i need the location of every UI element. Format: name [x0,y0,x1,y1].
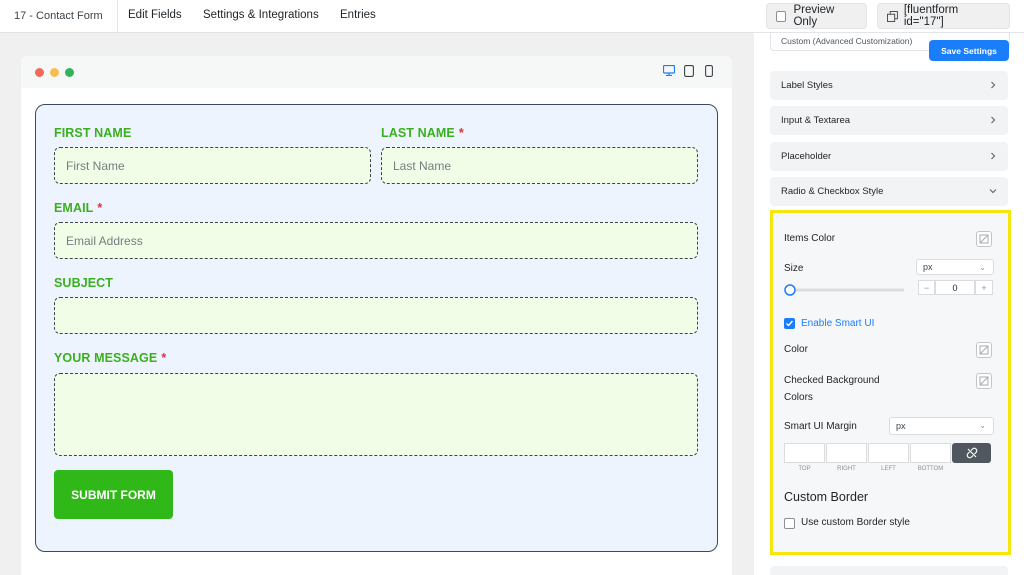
email-input[interactable]: Email Address [54,222,698,259]
preview-only-label: Preview Only [793,4,835,28]
form-preview-window: FIRST NAME LAST NAME * First Name Last Na… [21,56,732,575]
margin-top-label: TOP [798,466,811,472]
accordion-label-styles[interactable]: Label Styles [770,71,1008,100]
margin-bottom-input[interactable] [910,443,951,463]
margin-top-input[interactable] [784,443,825,463]
subject-label: SUBJECT [54,276,114,290]
increment-button[interactable]: + [975,280,993,295]
color-swatch-icon [979,234,989,244]
tab-settings-integrations[interactable]: Settings & Integrations [203,9,319,21]
save-settings-button[interactable]: Save Settings [929,40,1009,61]
checked-background-label-colors: Colors [784,392,813,403]
window-minimize-dot [50,68,59,77]
preview-header [21,56,732,88]
style-settings-panel: Custom (Advanced Customization) Save Set… [754,33,1024,575]
chevron-down-icon [989,189,997,194]
color-swatch-icon [979,345,989,355]
margin-right-input[interactable] [826,443,867,463]
submit-form-button[interactable]: SUBMIT FORM [54,470,173,519]
contact-form: FIRST NAME LAST NAME * First Name Last Na… [35,104,718,552]
items-color-label: Items Color [784,233,836,244]
margin-right-label: RIGHT [837,466,856,472]
custom-border-heading: Custom Border [784,490,869,504]
checkmark-icon [786,320,794,327]
message-textarea[interactable] [54,373,698,456]
shortcode-text: [fluentform id="17"] [903,4,959,28]
decrement-button[interactable]: − [918,280,935,295]
last-name-input[interactable]: Last Name [381,147,698,184]
copy-icon [887,10,898,22]
smart-ui-margin-label: Smart UI Margin [784,421,857,432]
chevron-down-icon: ⌄ [979,263,986,272]
unlink-icon [966,447,977,459]
checkbox-icon [776,10,787,22]
message-label: YOUR MESSAGE * [54,351,167,365]
size-label: Size [784,263,804,274]
first-name-placeholder: First Name [66,158,125,173]
subject-input[interactable] [54,297,698,334]
mobile-view-icon[interactable] [705,65,713,77]
chevron-right-icon [991,116,996,124]
radio-checkbox-settings-box: Items Color Size px ⌄ − 0 + Enable Smart… [770,210,1011,555]
divider [117,0,118,33]
size-unit-select[interactable]: px ⌄ [916,259,994,275]
margin-unit-select[interactable]: px ⌄ [889,417,994,435]
copy-shortcode-button[interactable]: [fluentform id="17"] [877,3,1010,29]
link-margins-button[interactable] [952,443,991,463]
required-mark: * [458,126,464,140]
email-label: EMAIL * [54,201,103,215]
accordion-next-collapsed[interactable] [770,566,1008,575]
window-maximize-dot [65,68,74,77]
required-mark: * [97,201,103,215]
window-close-dot [35,68,44,77]
accordion-placeholder[interactable]: Placeholder [770,142,1008,171]
preview-only-toggle[interactable]: Preview Only [766,3,867,29]
size-value-input[interactable]: 0 [935,280,975,295]
required-mark: * [161,351,167,365]
chevron-right-icon [991,152,996,160]
top-bar: 17 - Contact Form Edit Fields Settings &… [0,0,1024,33]
color-label: Color [784,344,808,355]
size-slider[interactable] [784,284,905,296]
tab-entries[interactable]: Entries [340,9,376,21]
first-name-label: FIRST NAME [54,126,132,140]
chevron-right-icon [991,81,996,89]
accordion-input-textarea[interactable]: Input & Textarea [770,106,1008,135]
margin-bottom-label: BOTTOM [917,466,944,472]
checked-background-color-picker[interactable] [976,373,992,389]
items-color-picker[interactable] [976,231,992,247]
tab-edit-fields[interactable]: Edit Fields [128,9,182,21]
checked-background-label: Checked Background [784,375,880,386]
chevron-down-icon: ⌄ [979,421,986,430]
form-title: 17 - Contact Form [14,10,103,22]
last-name-label: LAST NAME * [381,126,464,140]
color-picker[interactable] [976,342,992,358]
use-custom-border-checkbox[interactable] [784,518,795,529]
first-name-input[interactable]: First Name [54,147,371,184]
tablet-view-icon[interactable] [684,65,694,77]
color-swatch-icon [979,376,989,386]
accordion-radio-checkbox-style[interactable]: Radio & Checkbox Style [770,177,1008,206]
use-custom-border-label[interactable]: Use custom Border style [801,517,910,528]
email-placeholder: Email Address [66,233,143,248]
enable-smart-ui-label[interactable]: Enable Smart UI [801,318,874,329]
desktop-view-icon[interactable] [663,65,675,76]
margin-left-input[interactable] [868,443,909,463]
last-name-placeholder: Last Name [393,158,452,173]
enable-smart-ui-checkbox[interactable] [784,318,795,329]
margin-left-label: LEFT [881,466,896,472]
